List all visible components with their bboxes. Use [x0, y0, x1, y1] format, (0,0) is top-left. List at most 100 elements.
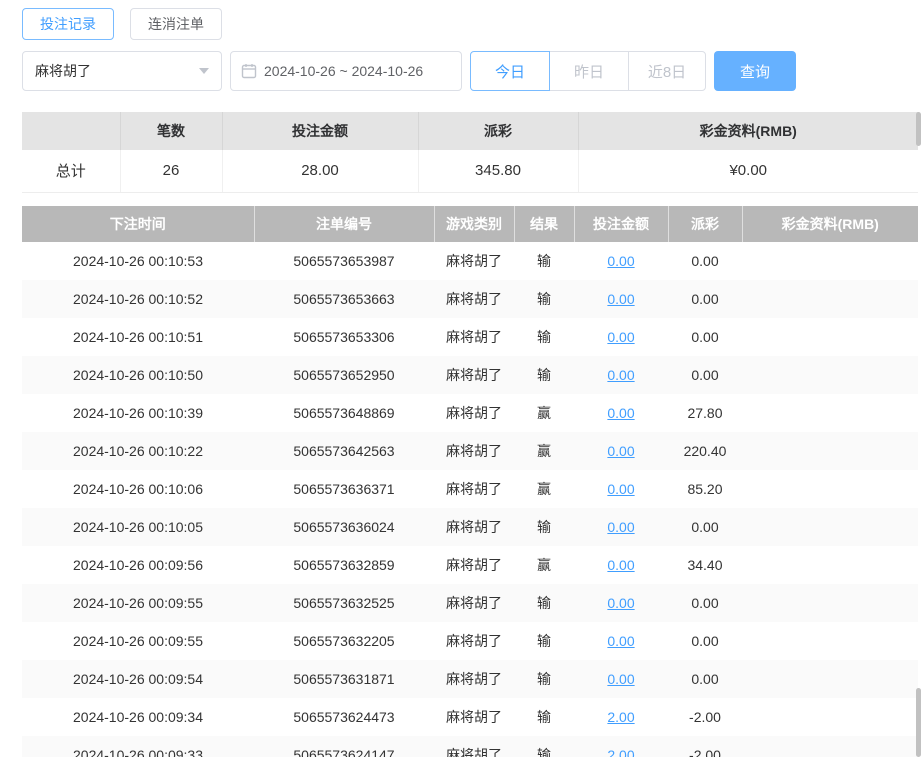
- cell-bet-amount: 0.00: [574, 279, 668, 318]
- cell-order-id: 5065573624473: [293, 708, 395, 725]
- cell-order-id: 5065573648869: [293, 404, 395, 421]
- cell-order-id: 5065573624147: [254, 735, 434, 757]
- quick-filter-yesterday[interactable]: 昨日: [549, 51, 629, 91]
- cell-bet-time: 2024-10-26 00:10:52: [22, 279, 254, 318]
- cell-game-type: 麻将胡了: [434, 659, 514, 698]
- cell-bonus: [742, 735, 918, 757]
- cell-bet-time: 2024-10-26 00:09:54: [22, 659, 254, 698]
- table-row: 2024-10-26 00:10:05 5065573636024 麻将胡了 输…: [22, 507, 918, 546]
- col-header-payout: 派彩: [668, 205, 743, 242]
- cell-game-type: 麻将胡了: [446, 632, 502, 649]
- cell-bet-amount: 0.00: [574, 394, 668, 432]
- quick-filter-last8days[interactable]: 近8日: [628, 51, 706, 91]
- cell-bet-time: 2024-10-26 00:10:51: [73, 328, 203, 345]
- cell-order-id: 5065573632205: [293, 632, 395, 649]
- cell-bet-time: 2024-10-26 00:10:50: [22, 355, 254, 394]
- bet-amount-link[interactable]: 0.00: [607, 253, 634, 269]
- cell-order-id: 5065573632859: [293, 556, 395, 573]
- cell-bonus: [742, 659, 918, 698]
- summary-total-bet-amount: 28.00: [222, 150, 419, 193]
- col-header-bonus: 彩金资料(RMB): [742, 205, 918, 242]
- bet-table: 下注时间 注单编号 游戏类别 结果 投注金额 派彩 彩金资料(RMB) 2024…: [22, 205, 918, 757]
- bet-table-body: 2024-10-26 00:10:53 5065573653987 麻将胡了 输…: [22, 242, 918, 757]
- tab-betting-records[interactable]: 投注记录: [22, 8, 114, 40]
- cell-payout: -2.00: [689, 708, 721, 725]
- cell-bonus: [742, 546, 918, 584]
- cell-bonus: [742, 279, 918, 318]
- bet-amount-link[interactable]: 0.00: [607, 329, 634, 345]
- tab-cancelled-orders[interactable]: 连消注单: [130, 8, 222, 40]
- cell-game-type: 麻将胡了: [446, 480, 502, 497]
- cell-payout: 0.00: [668, 659, 742, 698]
- bet-amount-link[interactable]: 0.00: [607, 367, 634, 383]
- table-row: 2024-10-26 00:09:33 5065573624147 麻将胡了 输…: [22, 735, 918, 757]
- bet-amount-link[interactable]: 0.00: [607, 481, 634, 497]
- cell-bet-amount: 0.00: [574, 583, 668, 622]
- cell-game-type: 麻将胡了: [434, 507, 514, 546]
- bet-amount-link[interactable]: 0.00: [607, 519, 634, 535]
- cell-bonus: [742, 622, 918, 660]
- cell-result: 输: [514, 659, 574, 698]
- bet-amount-link[interactable]: 2.00: [607, 709, 634, 725]
- cell-bet-time: 2024-10-26 00:09:55: [22, 583, 254, 622]
- cell-game-type: 麻将胡了: [434, 279, 514, 318]
- scrollbar-thumb-top[interactable]: [916, 112, 921, 146]
- summary-col-payout: 派彩: [418, 112, 579, 150]
- cell-bonus: [742, 698, 918, 736]
- quick-filter-group: 今日 昨日 近8日: [470, 51, 706, 91]
- col-header-result: 结果: [514, 205, 575, 242]
- cell-result: 输: [514, 507, 574, 546]
- cell-bonus: [742, 355, 918, 394]
- cell-bet-amount: 0.00: [574, 622, 668, 660]
- cell-order-id: 5065573636024: [254, 507, 434, 546]
- cell-order-id: 5065573653306: [293, 328, 395, 345]
- cell-result: 输: [514, 279, 574, 318]
- table-row: 2024-10-26 00:09:56 5065573632859 麻将胡了 赢…: [22, 546, 918, 584]
- bet-amount-link[interactable]: 0.00: [607, 405, 634, 421]
- table-row: 2024-10-26 00:09:55 5065573632205 麻将胡了 输…: [22, 622, 918, 660]
- bet-amount-link[interactable]: 0.00: [607, 671, 634, 687]
- cell-payout: 34.40: [687, 556, 723, 573]
- cell-bet-time: 2024-10-26 00:10:05: [22, 507, 254, 546]
- bet-amount-link[interactable]: 0.00: [607, 443, 634, 459]
- quick-filter-today[interactable]: 今日: [470, 51, 550, 91]
- cell-order-id: 5065573631871: [254, 659, 434, 698]
- cell-bet-time: 2024-10-26 00:10:06: [73, 480, 203, 497]
- cell-payout: 85.20: [687, 480, 723, 497]
- summary-col-bonus: 彩金资料(RMB): [578, 112, 918, 150]
- cell-bonus: [742, 394, 918, 432]
- cell-bonus: [742, 242, 918, 280]
- bet-amount-link[interactable]: 0.00: [607, 557, 634, 573]
- cell-bet-amount: 2.00: [574, 735, 668, 757]
- col-header-game-type: 游戏类别: [434, 205, 515, 242]
- bet-amount-link[interactable]: 2.00: [607, 747, 634, 757]
- cell-bet-time: 2024-10-26 00:09:55: [73, 632, 203, 649]
- bet-amount-link[interactable]: 0.00: [607, 291, 634, 307]
- betting-records-page: 投注记录 连消注单 麻将胡了 2024-10-26 ~ 2024-10-26 今…: [0, 0, 922, 757]
- table-row: 2024-10-26 00:09:55 5065573632525 麻将胡了 输…: [22, 583, 918, 622]
- summary-total-count: 26: [120, 150, 223, 193]
- cell-order-id: 5065573632525: [254, 583, 434, 622]
- game-type-select[interactable]: 麻将胡了: [22, 51, 222, 91]
- cell-game-type: 麻将胡了: [446, 252, 502, 269]
- cell-payout: 0.00: [668, 507, 742, 546]
- table-row: 2024-10-26 00:10:06 5065573636371 麻将胡了 赢…: [22, 470, 918, 508]
- bet-amount-link[interactable]: 0.00: [607, 595, 634, 611]
- cell-bet-amount: 0.00: [574, 546, 668, 584]
- bet-amount-link[interactable]: 0.00: [607, 633, 634, 649]
- cell-bet-time: 2024-10-26 00:10:22: [22, 431, 254, 470]
- summary-header-row: 笔数 投注金额 派彩 彩金资料(RMB): [22, 112, 918, 150]
- cell-payout: -2.00: [668, 735, 742, 757]
- tabs-row: 投注记录 连消注单: [22, 8, 922, 40]
- cell-game-type: 麻将胡了: [446, 328, 502, 345]
- date-range-picker[interactable]: 2024-10-26 ~ 2024-10-26: [230, 51, 462, 91]
- cell-bonus: [742, 583, 918, 622]
- cell-bet-amount: 2.00: [574, 698, 668, 736]
- search-button[interactable]: 查询: [714, 51, 796, 91]
- cell-bonus: [742, 507, 918, 546]
- cell-payout: 0.00: [668, 279, 742, 318]
- scrollbar-thumb-bottom[interactable]: [916, 688, 921, 757]
- cell-order-id: 5065573636371: [293, 480, 395, 497]
- cell-bet-time: 2024-10-26 00:09:34: [73, 708, 203, 725]
- filter-row: 麻将胡了 2024-10-26 ~ 2024-10-26 今日 昨日 近8日 查…: [22, 51, 922, 91]
